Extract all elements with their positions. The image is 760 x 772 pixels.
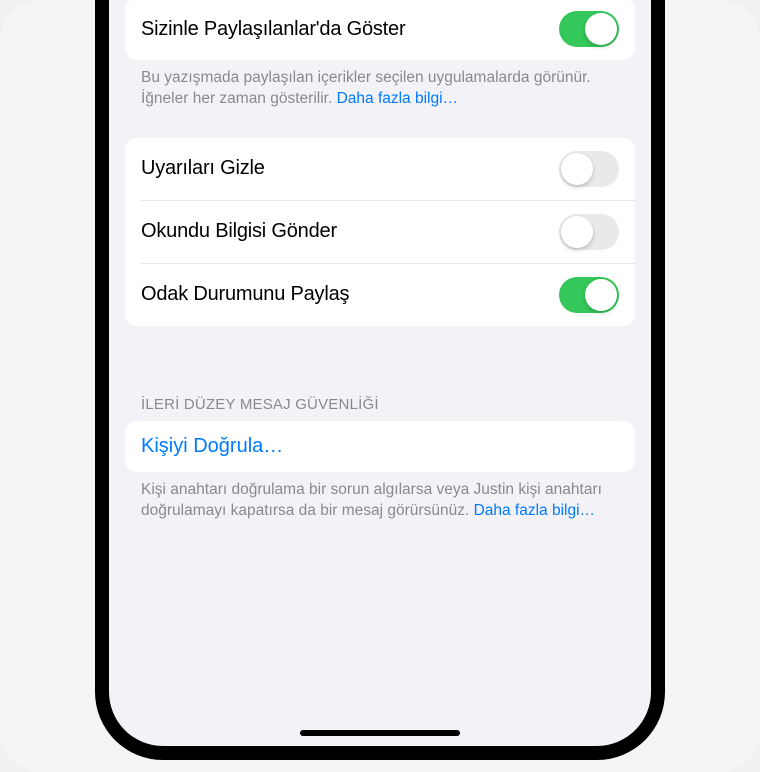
toggle-knob — [561, 153, 593, 185]
verify-contact-link[interactable]: Kişiyi Doğrula… — [125, 421, 635, 472]
phone-frame: Sizinle Paylaşılanlar'da Göster Bu yazış… — [95, 0, 665, 760]
shared-with-you-card: Sizinle Paylaşılanlar'da Göster — [125, 0, 635, 60]
phone-screen: Sizinle Paylaşılanlar'da Göster Bu yazış… — [109, 0, 651, 746]
verify-footer-link[interactable]: Daha fazla bilgi… — [474, 502, 595, 519]
share-focus-toggle[interactable] — [559, 277, 619, 313]
verify-card: Kişiyi Doğrula… — [125, 421, 635, 472]
show-in-shared-row: Sizinle Paylaşılanlar'da Göster — [125, 0, 635, 60]
send-read-row: Okundu Bilgisi Gönder — [141, 200, 635, 263]
advanced-security-header: İLERİ DÜZEY MESAJ GÜVENLİĞİ — [125, 396, 635, 421]
hide-alerts-label: Uyarıları Gizle — [141, 157, 265, 180]
toggle-knob — [561, 216, 593, 248]
send-read-toggle[interactable] — [559, 214, 619, 250]
show-in-shared-label: Sizinle Paylaşılanlar'da Göster — [141, 18, 405, 41]
hide-alerts-toggle[interactable] — [559, 151, 619, 187]
shared-footer-link[interactable]: Daha fazla bilgi… — [337, 90, 458, 107]
share-focus-label: Odak Durumunu Paylaş — [141, 283, 349, 306]
toggle-knob — [585, 13, 617, 45]
toggle-knob — [585, 279, 617, 311]
show-in-shared-toggle[interactable] — [559, 11, 619, 47]
home-indicator[interactable] — [300, 730, 460, 736]
alerts-card: Uyarıları Gizle Okundu Bilgisi Gönder Od… — [125, 138, 635, 326]
hide-alerts-row: Uyarıları Gizle — [125, 138, 635, 200]
verify-footer: Kişi anahtarı doğrulama bir sorun algıla… — [125, 472, 635, 522]
send-read-label: Okundu Bilgisi Gönder — [141, 220, 337, 243]
shared-footer: Bu yazışmada paylaşılan içerikler seçile… — [125, 60, 635, 110]
share-focus-row: Odak Durumunu Paylaş — [141, 263, 635, 326]
